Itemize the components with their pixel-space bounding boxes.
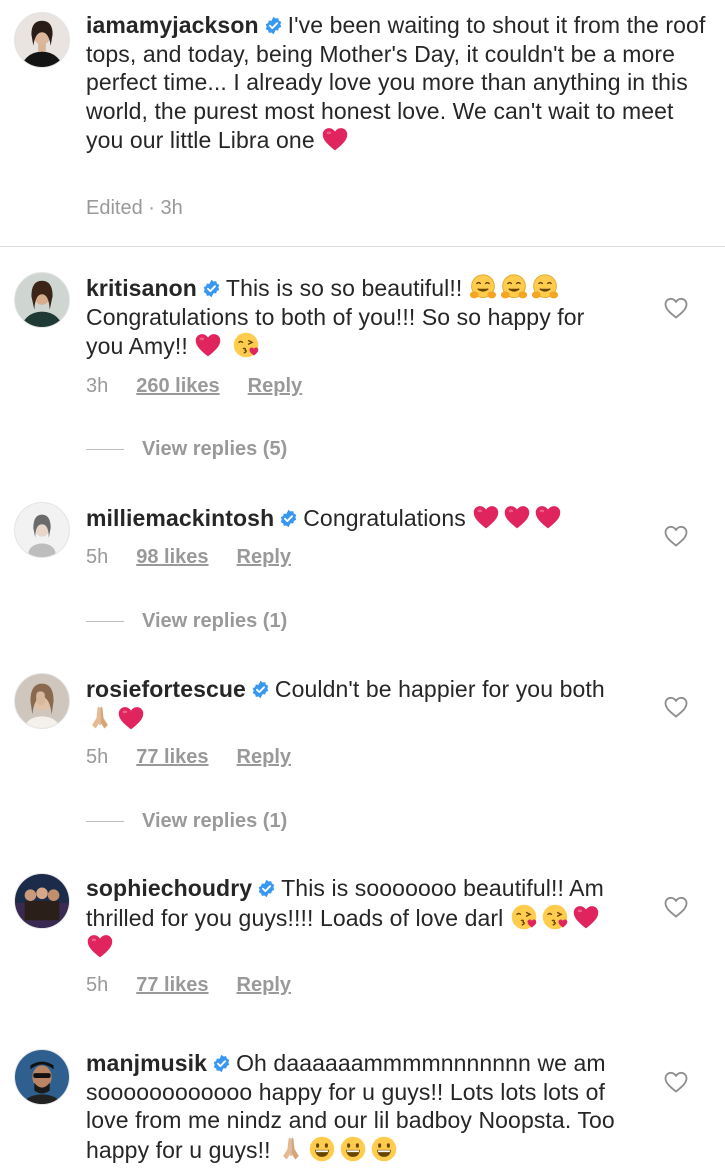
grinning-face-emoji xyxy=(370,1135,398,1163)
hugging-face-emoji xyxy=(469,273,497,301)
red-heart-emoji xyxy=(534,503,562,531)
post-caption: iamamyjackson I've been waiting to shout … xyxy=(0,0,725,248)
comment-time: 3h xyxy=(86,375,109,397)
comment-username[interactable]: sophiechoudry xyxy=(86,875,252,901)
face-blowing-kiss-emoji xyxy=(510,903,538,931)
comment-meta: 3h 260 likes Reply xyxy=(86,375,330,398)
comment-text: kritisanon This is so so beautiful!! Cong… xyxy=(86,273,626,361)
verified-badge-icon xyxy=(202,279,221,298)
heart-outline-icon[interactable] xyxy=(664,1071,688,1093)
red-heart-emoji xyxy=(472,503,500,531)
verified-badge-icon xyxy=(264,16,283,35)
verified-badge-icon xyxy=(257,879,276,898)
comment-body: This is so so beautiful!! xyxy=(225,275,463,301)
comment-time: 5h xyxy=(86,546,109,568)
view-replies-label: View replies (1) xyxy=(142,610,288,632)
verified-badge-icon xyxy=(279,509,298,528)
comment-body: Congratulations xyxy=(303,505,466,531)
heart-outline-icon[interactable] xyxy=(664,525,688,547)
comment-username[interactable]: kritisanon xyxy=(86,275,197,301)
comment-text: milliemackintosh Congratulations xyxy=(86,503,626,533)
avatar-manjmusik-image xyxy=(15,1050,69,1104)
caption-username[interactable]: iamamyjackson xyxy=(86,12,259,38)
red-heart-emoji xyxy=(86,932,114,960)
comment-meta: 5h 77 likes Reply xyxy=(86,746,319,769)
view-replies-line xyxy=(86,621,124,623)
view-replies-line xyxy=(86,449,124,451)
hugging-face-emoji xyxy=(531,273,559,301)
grinning-face-emoji xyxy=(308,1135,336,1163)
red-heart-emoji xyxy=(194,331,222,359)
folded-hands-emoji xyxy=(86,704,114,732)
reply-button[interactable]: Reply xyxy=(248,375,302,397)
avatar-rosiefortescue-image xyxy=(15,674,69,728)
likes-count[interactable]: 77 likes xyxy=(136,746,208,768)
view-replies-button[interactable]: View replies (1) xyxy=(86,610,287,633)
comment-text: rosiefortescue Couldn't be happier for yo… xyxy=(86,675,626,733)
comment-username[interactable]: rosiefortescue xyxy=(86,676,246,702)
reply-button[interactable]: Reply xyxy=(237,546,291,568)
comment-text: sophiechoudry This is sooooooo beautiful!… xyxy=(86,874,626,962)
verified-badge-icon xyxy=(212,1054,231,1073)
red-heart-emoji xyxy=(503,503,531,531)
view-replies-label: View replies (1) xyxy=(142,810,288,832)
face-blowing-kiss-emoji xyxy=(232,331,260,359)
likes-count[interactable]: 260 likes xyxy=(136,375,219,397)
comment-text: manjmusik Oh daaaaaammmmnnnnnnn we am soo… xyxy=(86,1049,626,1164)
comment-meta: 5h 98 likes Reply xyxy=(86,546,319,569)
view-replies-button[interactable]: View replies (1) xyxy=(86,810,287,833)
comments-screen: iamamyjackson I've been waiting to shout … xyxy=(0,0,725,1169)
likes-count[interactable]: 98 likes xyxy=(136,546,208,568)
avatar-kritisanon-image xyxy=(15,273,69,327)
verified-badge-icon xyxy=(251,680,270,699)
view-replies-line xyxy=(86,821,124,823)
heart-outline-icon[interactable] xyxy=(664,896,688,918)
comment-username[interactable]: manjmusik xyxy=(86,1050,207,1076)
view-replies-button[interactable]: View replies (5) xyxy=(86,438,287,461)
comment-username[interactable]: milliemackintosh xyxy=(86,505,274,531)
red-heart-emoji xyxy=(117,704,145,732)
avatar[interactable] xyxy=(14,873,70,929)
avatar[interactable] xyxy=(14,12,70,68)
heart-outline-icon[interactable] xyxy=(664,297,688,319)
comment-body: Couldn't be happier for you both xyxy=(274,676,605,702)
hugging-face-emoji xyxy=(500,273,528,301)
avatar-milliemackintosh-image xyxy=(15,503,69,557)
heart-outline-icon[interactable] xyxy=(664,696,688,718)
view-replies-label: View replies (5) xyxy=(142,438,288,460)
folded-hands-emoji xyxy=(277,1135,305,1163)
avatar-sophiechoudry-image xyxy=(15,874,69,928)
avatar-iamamyjackson-image xyxy=(15,13,69,67)
avatar[interactable] xyxy=(14,502,70,558)
face-blowing-kiss-emoji xyxy=(541,903,569,931)
caption-text: iamamyjackson I've been waiting to shout … xyxy=(86,11,706,155)
comment-time: 5h xyxy=(86,974,109,996)
comment-time: 5h xyxy=(86,746,109,768)
avatar[interactable] xyxy=(14,272,70,328)
reply-button[interactable]: Reply xyxy=(237,974,291,996)
comment-body-continued: Congratulations to both of you!!! So so … xyxy=(86,303,585,360)
red-heart-emoji xyxy=(321,125,349,153)
comment-meta: 5h 77 likes Reply xyxy=(86,974,319,997)
red-heart-emoji xyxy=(572,903,600,931)
divider xyxy=(0,246,725,247)
likes-count[interactable]: 77 likes xyxy=(136,974,208,996)
grinning-face-emoji xyxy=(339,1135,367,1163)
avatar[interactable] xyxy=(14,673,70,729)
caption-edited-time: Edited · 3h xyxy=(86,197,183,219)
reply-button[interactable]: Reply xyxy=(237,746,291,768)
avatar[interactable] xyxy=(14,1049,70,1105)
